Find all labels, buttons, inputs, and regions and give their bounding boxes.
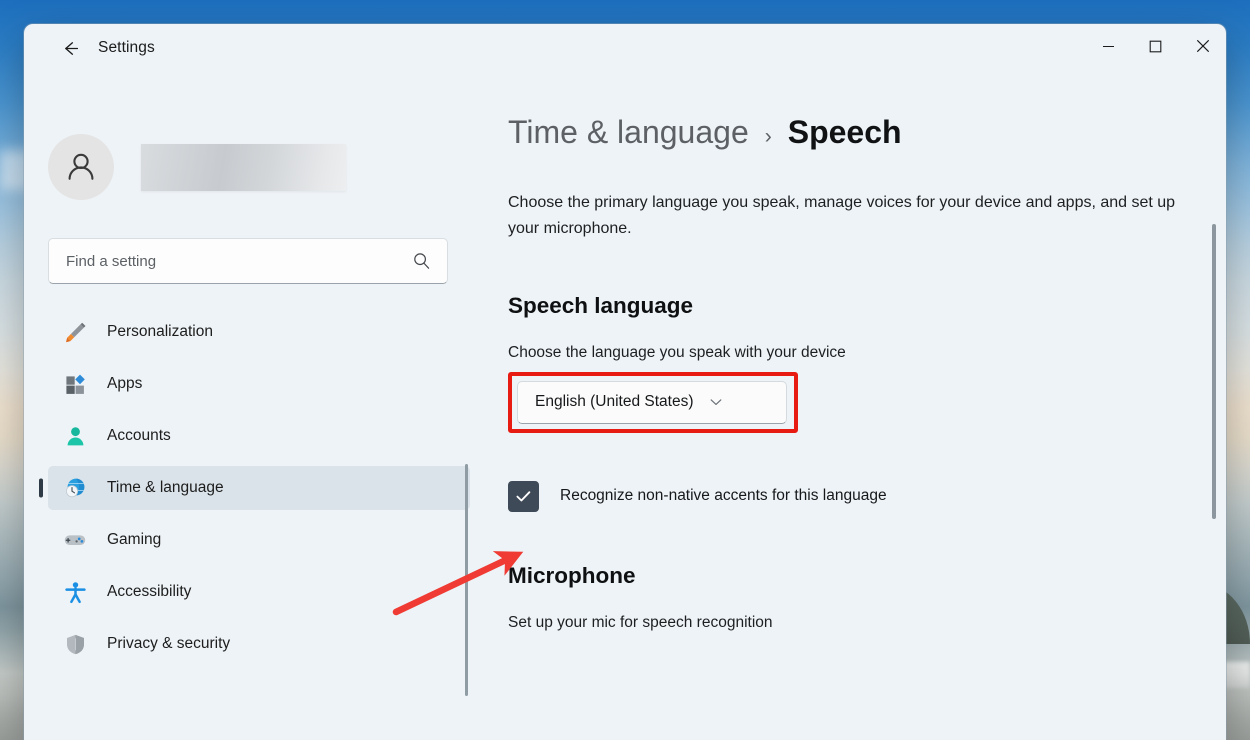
account-row[interactable] [48,134,494,200]
search-placeholder: Find a setting [66,252,157,270]
sidebar-item-label: Privacy & security [107,635,231,652]
paintbrush-icon [62,319,88,345]
sidebar-item-label: Accessibility [107,583,192,600]
microphone-heading: Microphone [508,562,636,588]
back-arrow-icon [64,41,78,55]
accent-checkbox[interactable] [508,480,539,512]
speech-language-value: English (United States) [535,393,694,411]
maximize-icon [1149,40,1162,52]
minimize-icon [1103,45,1114,47]
search-input[interactable]: Find a setting [48,238,448,284]
sidebar-item-label: Accounts [107,427,171,444]
sidebar-item-accessibility[interactable]: Accessibility [48,570,470,614]
speech-language-dropdown[interactable]: English (United States) [517,380,787,424]
maximize-button[interactable] [1132,24,1179,68]
sidebar-item-label: Time & language [107,479,224,496]
back-button[interactable] [52,32,88,64]
page-title: Speech [787,114,902,150]
sidebar-scrollbar[interactable] [465,464,468,696]
speech-language-subtitle: Choose the language you speak with your … [508,343,846,361]
shield-icon [62,631,88,657]
accessibility-person-icon [62,579,88,605]
search-icon[interactable] [412,252,431,271]
title-bar: Settings [24,24,1226,72]
account-name-redacted [141,143,346,191]
window-controls [1085,24,1226,68]
sidebar-item-accounts[interactable]: Accounts [48,414,470,458]
settings-window: Settings Find a setting Personalization … [24,24,1226,740]
main-content: Time & language › Speech Choose the prim… [494,72,1226,740]
breadcrumb-separator-icon: › [764,125,772,148]
sidebar-item-label: Apps [107,375,143,392]
close-button[interactable] [1179,24,1226,68]
app-title: Settings [98,39,155,56]
sidebar-item-personalization[interactable]: Personalization [48,310,470,354]
accent-recognition-row[interactable]: Recognize non-native accents for this la… [508,480,1226,512]
minimize-button[interactable] [1085,24,1132,68]
user-avatar-icon [68,153,94,180]
sidebar-item-apps[interactable]: Apps [48,362,470,406]
breadcrumb-parent[interactable]: Time & language [508,114,749,151]
content-scrollbar[interactable] [1212,224,1216,519]
chevron-down-icon [708,394,724,410]
person-icon [62,423,88,449]
globe-clock-icon [62,475,88,501]
language-dropdown-wrapper: English (United States) [508,371,798,434]
sidebar-item-time-and-language[interactable]: Time & language [48,466,470,510]
navigation-list: Personalization Apps Accounts Time & lan… [24,310,494,666]
accent-checkbox-label[interactable]: Recognize non-native accents for this la… [560,487,887,505]
sidebar-item-gaming[interactable]: Gaming [48,518,470,562]
apps-grid-icon [62,371,88,397]
microphone-subtitle: Set up your mic for speech recognition [508,613,773,631]
sidebar-item-label: Personalization [107,323,213,340]
search-icon-glyph [414,253,430,269]
checkmark-icon [516,491,531,502]
close-icon [1196,39,1209,53]
page-description: Choose the primary language you speak, m… [508,194,1176,237]
speech-language-heading: Speech language [508,292,694,318]
sidebar: Find a setting Personalization Apps Acco… [24,72,494,740]
sidebar-item-label: Gaming [107,531,162,548]
sidebar-item-privacy-and-security[interactable]: Privacy & security [48,622,470,666]
breadcrumb: Time & language › Speech [508,114,1226,151]
avatar[interactable] [48,134,114,200]
gamepad-icon [62,527,88,553]
